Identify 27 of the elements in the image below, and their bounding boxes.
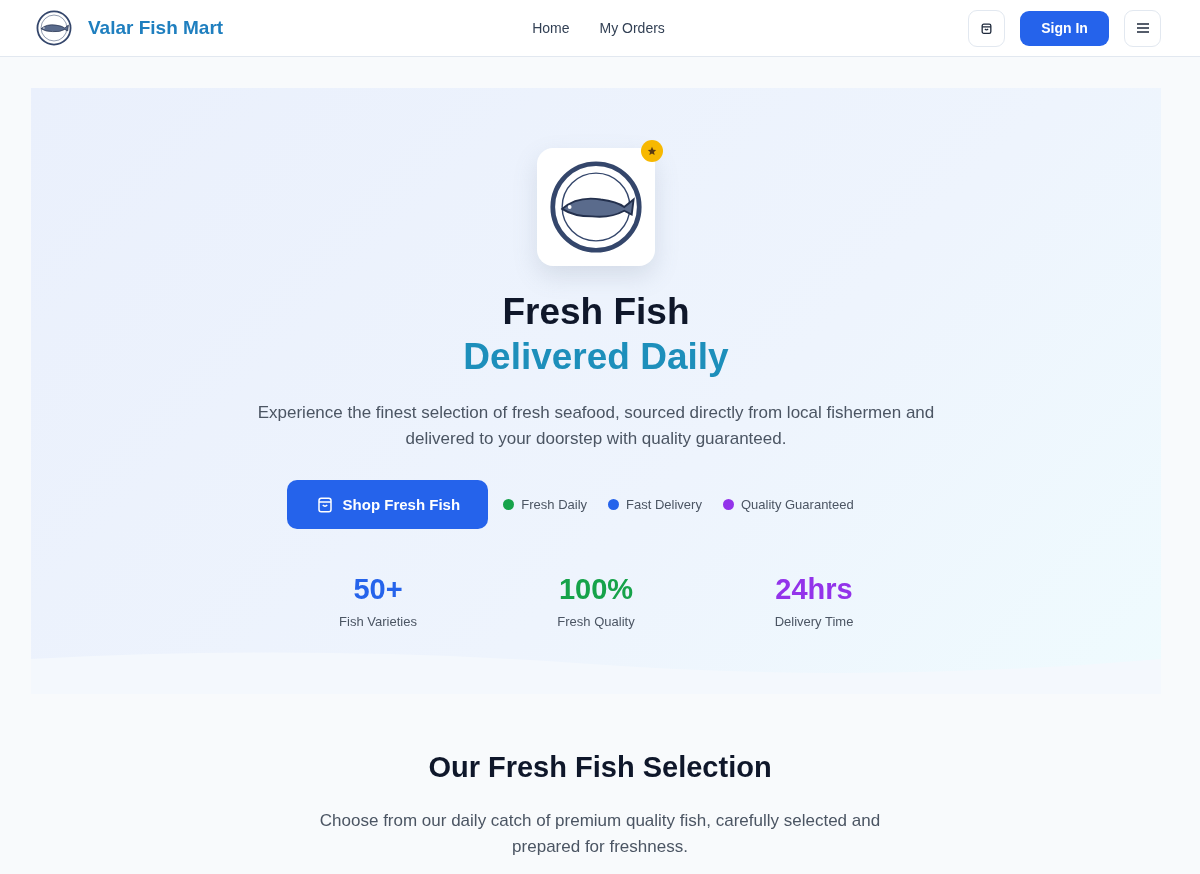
cart-button[interactable] (968, 9, 1005, 47)
stat-label: Fish Varieties (339, 614, 417, 629)
feature-label: Fresh Daily (521, 497, 588, 512)
nav-link[interactable]: Home (532, 20, 570, 36)
shop-button[interactable]: Shop Fresh Fish (287, 480, 489, 529)
nav-link[interactable]: My Orders (599, 20, 665, 36)
fish-emblem-icon (549, 160, 643, 254)
section-description: Choose from our daily catch of premium quality fish, carefully selected and prepared for freshness. (318, 810, 882, 858)
feature-label: Fast Delivery (626, 497, 702, 512)
section-title: Our Fresh Fish Selection (428, 751, 772, 784)
bag-icon (980, 21, 993, 35)
stat-label: Fresh Quality (557, 614, 635, 629)
sign-in-button[interactable]: Sign In (1020, 10, 1109, 46)
menu-icon (1136, 23, 1149, 33)
brand-name[interactable]: Valar Fish Mart (88, 17, 224, 39)
stat-value: 24hrs (775, 573, 853, 606)
stat-label: Delivery Time (774, 614, 854, 629)
feature-label: Quality Guaranteed (740, 497, 854, 512)
stat-value: 100% (558, 573, 634, 606)
hero-description: Experience the finest selection of fresh seafood, sourced directly from local fishermen and delivered to your doorstep with quality guaranteed. (256, 402, 936, 450)
bag-icon (315, 495, 334, 514)
hero-subtitle: Delivered Daily (463, 335, 729, 379)
star-icon (647, 146, 657, 156)
menu-button[interactable] (1124, 9, 1161, 47)
stat-value: 50+ (353, 573, 403, 606)
fish-emblem-icon (36, 10, 72, 46)
hero-title: Fresh Fish (502, 290, 690, 334)
